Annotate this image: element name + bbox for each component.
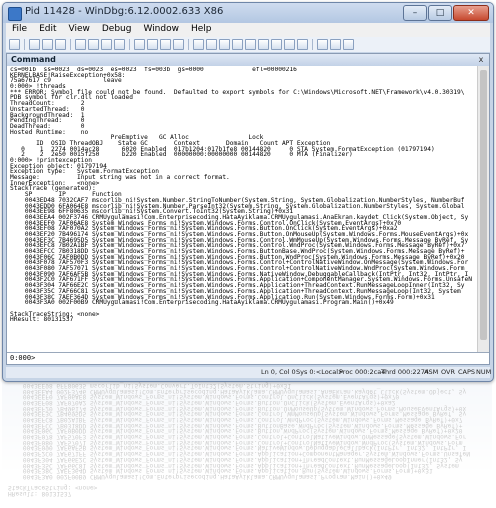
menu-help[interactable]: Help xyxy=(185,23,218,37)
source-mode-icon[interactable] xyxy=(317,39,328,50)
menu-bar: File Edit View Debug Window Help xyxy=(6,23,490,37)
restart-icon[interactable] xyxy=(88,39,99,50)
step-into-icon[interactable] xyxy=(134,39,145,50)
status-bar: Ln 0, Col 0 Sys 0:<Local> Proc 000:2ca4 … xyxy=(6,367,492,378)
disassembly-window-icon[interactable] xyxy=(284,39,295,50)
registers-window-icon[interactable] xyxy=(245,39,256,50)
break-icon[interactable] xyxy=(114,39,125,50)
status-position: Ln 0, Col 0 xyxy=(261,368,296,376)
options-icon[interactable] xyxy=(343,39,354,50)
command-window-icon[interactable] xyxy=(206,39,217,50)
toolbar xyxy=(6,37,490,52)
status-asm: ASM xyxy=(424,368,439,376)
step-out-icon[interactable] xyxy=(160,39,171,50)
memory-window-icon[interactable] xyxy=(258,39,269,50)
windbg-window: Pid 11428 - WinDbg:6.12.0002.633 X86 – □… xyxy=(2,2,494,382)
toolbar-separator xyxy=(188,39,189,50)
title-bar[interactable]: Pid 11428 - WinDbg:6.12.0002.633 X86 – □… xyxy=(3,3,493,23)
go-icon[interactable] xyxy=(75,39,86,50)
menu-debug[interactable]: Debug xyxy=(96,23,138,37)
toolbar-separator xyxy=(24,39,25,50)
open-icon[interactable] xyxy=(9,39,20,50)
status-process: Proc 000:2ca4 xyxy=(339,368,386,376)
step-over-icon[interactable] xyxy=(147,39,158,50)
menu-view[interactable]: View xyxy=(63,23,96,37)
window-reflection: HResult: 80131537 StackTraceString: <none… xyxy=(2,382,492,508)
status-system: Sys 0:<Local> xyxy=(296,368,344,376)
paste-icon[interactable] xyxy=(55,39,66,50)
window-title: Pid 11428 - WinDbg:6.12.0002.633 X86 xyxy=(25,6,224,17)
command-window-close-icon[interactable]: x xyxy=(476,55,486,64)
run-to-cursor-icon[interactable] xyxy=(173,39,184,50)
maximize-button[interactable]: □ xyxy=(428,5,452,21)
command-prompt: 0:000> xyxy=(10,354,36,362)
close-button[interactable]: ✕ xyxy=(453,5,489,21)
scrollbar-thumb[interactable] xyxy=(480,70,487,340)
menu-file[interactable]: File xyxy=(6,23,33,37)
minimize-button[interactable]: – xyxy=(403,5,427,21)
command-input-row: 0:000> xyxy=(7,352,489,364)
breakpoint-icon[interactable] xyxy=(193,39,204,50)
command-window: Command x cs=001b ss=0023 ds=0023 es=002… xyxy=(6,53,490,365)
output-line: 0043F078 7AF570F3 System_Windows_Forms_n… xyxy=(8,432,467,440)
status-ovr: OVR xyxy=(441,368,455,376)
toolbar-separator xyxy=(70,39,71,50)
output-scrollbar[interactable] xyxy=(477,66,489,353)
status-num: NUM xyxy=(476,368,492,376)
cut-icon[interactable] xyxy=(29,39,40,50)
output-line: HResult: 80131537 xyxy=(8,489,72,497)
stop-debugging-icon[interactable] xyxy=(101,39,112,50)
toolbar-separator xyxy=(129,39,130,50)
windbg-app-icon xyxy=(8,7,22,21)
output-line: 0043EFC8 7B02A1BF System_Windows_Forms_n… xyxy=(8,415,463,423)
command-window-title: Command xyxy=(7,54,489,66)
status-caps: CAPS xyxy=(458,368,476,376)
locals-window-icon[interactable] xyxy=(232,39,243,50)
watch-window-icon[interactable] xyxy=(219,39,230,50)
copy-icon[interactable] xyxy=(42,39,53,50)
output-line: 0043F3A0 002F00B9 CRMUygulamasi!Com.Ente… xyxy=(8,472,392,480)
font-icon[interactable] xyxy=(330,39,341,50)
scratch-pad-icon[interactable] xyxy=(297,39,308,50)
status-thread: Thrd 000:2274 xyxy=(381,368,429,376)
call-stack-window-icon[interactable] xyxy=(271,39,282,50)
output-line: 0043F304 7AF66E2C System_Windows_Forms_n… xyxy=(8,455,463,463)
toolbar-separator xyxy=(312,39,313,50)
reflection-text: HResult: 80131537 StackTraceString: <none… xyxy=(2,382,492,500)
output-line: HResult: 80131537 xyxy=(10,316,74,324)
command-output[interactable]: cs=001b ss=0023 ds=0023 es=0023 fs=003b … xyxy=(10,67,477,352)
caption-buttons: – □ ✕ xyxy=(403,5,489,21)
menu-window[interactable]: Window xyxy=(137,23,185,37)
menu-edit[interactable]: Edit xyxy=(33,23,62,37)
output-line: 0043F2C0 7AF671FF System_Windows_Forms_n… xyxy=(8,449,470,457)
output-line: StackTraceString: <none> xyxy=(8,484,98,492)
command-input[interactable] xyxy=(37,353,477,363)
